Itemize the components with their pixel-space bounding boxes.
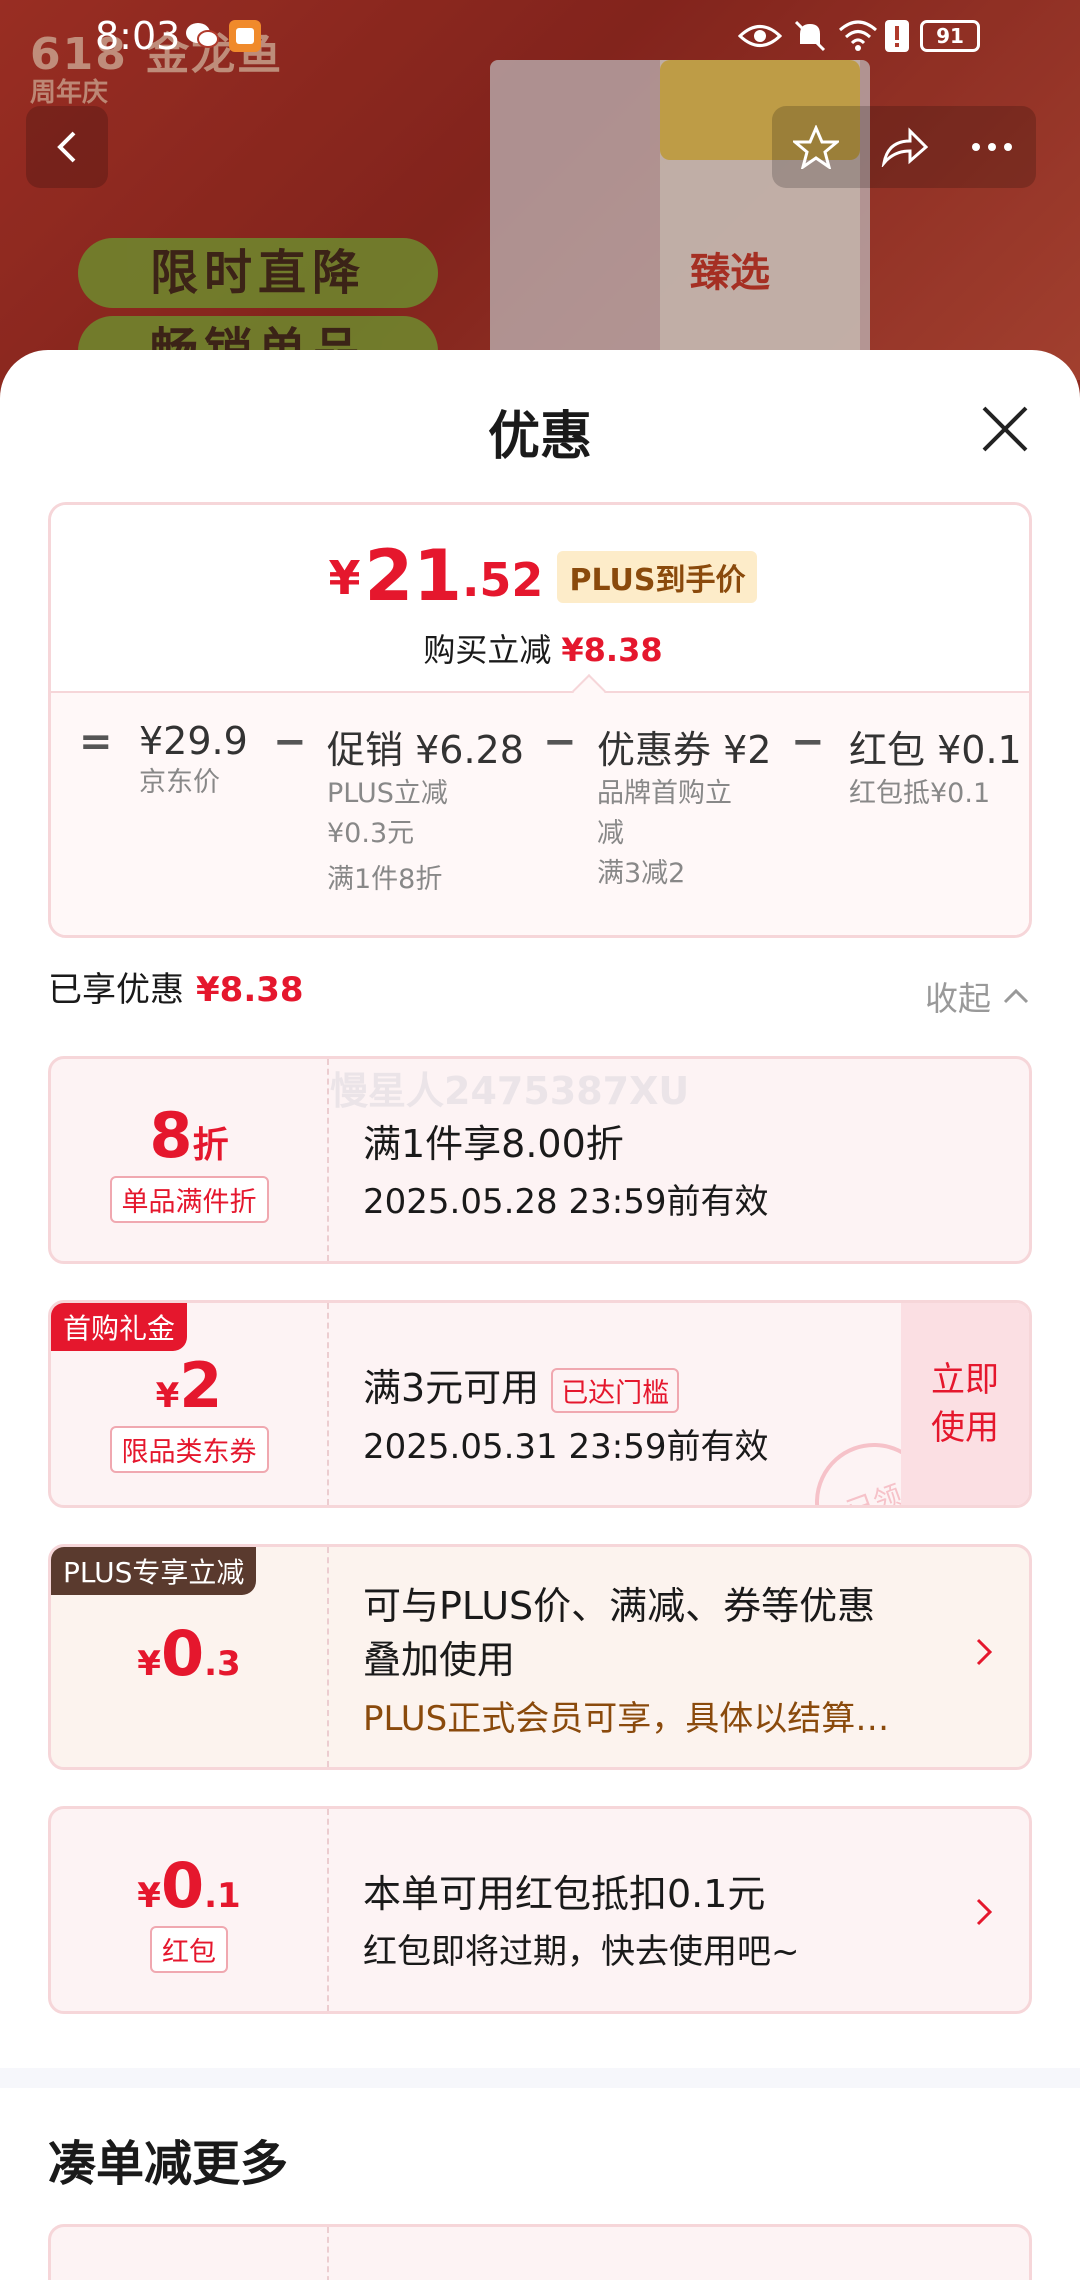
final-price: ¥ 21 .52 PLUS到手价 bbox=[51, 541, 1029, 611]
enjoyed-discount: 已享优惠 ¥8.38 bbox=[48, 970, 304, 1010]
coupon-card-partial[interactable] bbox=[48, 2224, 1032, 2280]
top-action-group bbox=[772, 106, 1036, 188]
eye-icon bbox=[738, 18, 782, 54]
collapse-toggle[interactable]: 收起 bbox=[925, 972, 1031, 1020]
share-button[interactable] bbox=[860, 106, 948, 188]
plus-price-tag: PLUS到手价 bbox=[557, 551, 758, 603]
coupon-card-plus[interactable]: PLUS专享立减 ¥0.3 可与PLUS价、满减、券等优惠 叠加使用 PLUS正… bbox=[48, 1544, 1032, 1770]
battery-indicator: 91 bbox=[920, 20, 980, 52]
coupon-card-first-purchase: 首购礼金 ¥2 限品类东券 满3元可用 已达门槛 2025.05.31 23:59… bbox=[48, 1300, 1032, 1508]
favorite-button[interactable] bbox=[772, 106, 860, 188]
coupon-type-badge: 红包 bbox=[150, 1926, 228, 1973]
jd-price: ¥29.9 京东价 bbox=[139, 719, 248, 798]
chevron-right-icon bbox=[975, 1637, 993, 1667]
more-deals-title: 凑单减更多 bbox=[48, 2136, 289, 2192]
back-button[interactable] bbox=[26, 106, 108, 188]
saving-row: 购买立减 ¥8.38 bbox=[423, 631, 663, 669]
sheet-title: 优惠 bbox=[487, 407, 592, 467]
chevron-right-icon bbox=[975, 1897, 993, 1927]
coupon-type-badge: 限品类东券 bbox=[109, 1426, 269, 1473]
star-icon bbox=[793, 125, 839, 169]
promo-discount: 促销 ¥6.28 PLUS立减 ¥0.3元 满1件8折 bbox=[327, 728, 524, 895]
coupon-type-badge: 单品满件折 bbox=[109, 1176, 269, 1223]
more-button[interactable] bbox=[948, 106, 1036, 188]
threshold-badge: 已达门槛 bbox=[551, 1368, 680, 1413]
app-notification-icon bbox=[228, 18, 262, 54]
watermark: 慢星人2475387XU bbox=[330, 1069, 690, 1113]
coupon-discount: 优惠券 ¥2 品牌首购立 减 满3减2 bbox=[597, 728, 772, 889]
more-dots-icon bbox=[972, 143, 1012, 151]
status-bar: 8:03 91 bbox=[0, 0, 1080, 70]
status-time: 8:03 bbox=[95, 14, 181, 58]
coupon-card-redpack[interactable]: ¥0.1 红包 本单可用红包抵扣0.1元 红包即将过期，快去使用吧~ bbox=[48, 1806, 1032, 2014]
wifi-icon bbox=[838, 18, 878, 54]
wechat-icon bbox=[184, 18, 220, 54]
use-now-button[interactable]: 立即 使用 bbox=[901, 1303, 1029, 1505]
chevron-left-icon bbox=[57, 131, 76, 163]
chevron-up-icon bbox=[1003, 988, 1029, 1004]
redpack-discount: 红包 ¥0.1 红包抵¥0.1 bbox=[849, 728, 1022, 809]
price-summary-card: ¥ 21 .52 PLUS到手价 购买立减 ¥8.38 = ¥29.9 京东价 −… bbox=[48, 502, 1032, 938]
close-icon bbox=[982, 406, 1028, 452]
mute-bell-icon bbox=[792, 18, 828, 54]
close-button[interactable] bbox=[970, 394, 1040, 464]
alert-icon bbox=[884, 18, 910, 54]
share-icon bbox=[881, 127, 928, 167]
discount-sheet: 优惠 ¥ 21 .52 PLUS到手价 购买立减 ¥8.38 = ¥29.9 京东… bbox=[0, 350, 1080, 2280]
